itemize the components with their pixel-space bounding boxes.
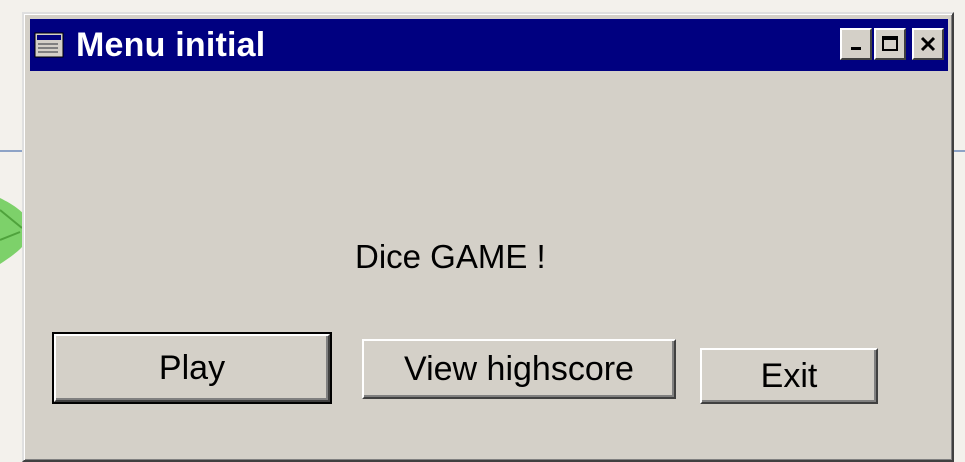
maximize-icon [882, 36, 898, 51]
title-bar[interactable]: Menu initial [30, 19, 948, 71]
close-icon [920, 36, 936, 52]
window-title: Menu initial [76, 25, 266, 64]
maximize-button[interactable] [874, 28, 906, 60]
window-client-area: Dice GAME ! Play View highscore Exit [30, 76, 946, 460]
play-button[interactable]: Play [52, 332, 332, 404]
minimize-button[interactable] [840, 28, 872, 60]
close-button[interactable] [912, 28, 944, 60]
window-menu-icon[interactable] [32, 29, 66, 61]
view-highscore-button[interactable]: View highscore [362, 339, 676, 399]
game-title-label: Dice GAME ! [355, 238, 546, 275]
exit-button[interactable]: Exit [700, 348, 878, 404]
minimize-icon [851, 47, 861, 50]
menu-window: Menu initial Dice GAME ! Play View highs… [22, 12, 954, 462]
window-controls [838, 28, 944, 60]
